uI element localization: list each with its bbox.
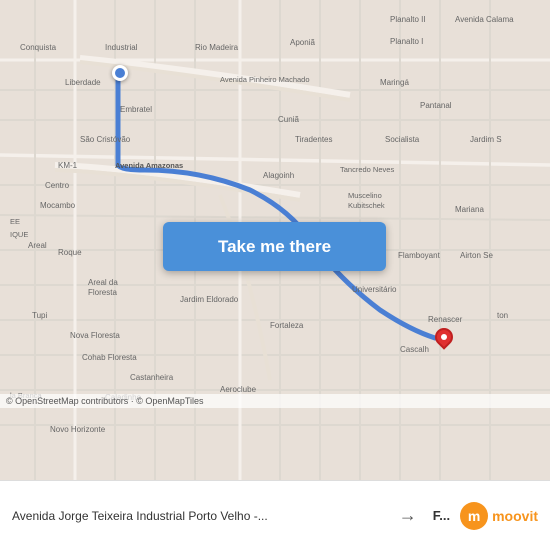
route-origin-label: Avenida Jorge Teixeira Industrial Porto … bbox=[12, 509, 383, 523]
route-arrow-icon: → bbox=[393, 505, 423, 526]
moovit-brand-name: moovit bbox=[492, 508, 538, 524]
svg-text:Aeroclube: Aeroclube bbox=[220, 385, 257, 394]
svg-text:Nova Floresta: Nova Floresta bbox=[70, 331, 120, 340]
svg-text:Jardim Eldorado: Jardim Eldorado bbox=[180, 295, 239, 304]
map-attribution: © OpenStreetMap contributors · © OpenMap… bbox=[0, 394, 550, 408]
svg-text:Avenida Amazonas: Avenida Amazonas bbox=[115, 161, 183, 170]
svg-text:Tiradentes: Tiradentes bbox=[295, 135, 333, 144]
svg-text:Tupi: Tupi bbox=[32, 311, 47, 320]
svg-text:Liberdade: Liberdade bbox=[65, 78, 101, 87]
svg-text:Cuniã: Cuniã bbox=[278, 115, 299, 124]
svg-text:Alagoinh: Alagoinh bbox=[263, 171, 294, 180]
svg-text:Jardim S: Jardim S bbox=[470, 135, 502, 144]
origin-marker bbox=[112, 65, 128, 81]
svg-text:Industrial: Industrial bbox=[105, 43, 138, 52]
svg-text:Kubitschek: Kubitschek bbox=[348, 201, 385, 210]
svg-text:Centro: Centro bbox=[45, 181, 70, 190]
svg-text:Avenida Calama: Avenida Calama bbox=[455, 15, 514, 24]
svg-text:Socialista: Socialista bbox=[385, 135, 420, 144]
svg-text:Avenida Pinheiro Machado: Avenida Pinheiro Machado bbox=[220, 75, 310, 84]
svg-text:Universitário: Universitário bbox=[352, 285, 397, 294]
svg-text:Renascer: Renascer bbox=[428, 315, 463, 324]
svg-text:Roque: Roque bbox=[58, 248, 82, 257]
svg-text:Mocambo: Mocambo bbox=[40, 201, 76, 210]
take-me-there-button[interactable]: Take me there bbox=[163, 222, 386, 271]
svg-text:Maringá: Maringá bbox=[380, 78, 409, 87]
svg-text:KM-1: KM-1 bbox=[58, 161, 78, 170]
svg-text:Tancredo Neves: Tancredo Neves bbox=[340, 165, 394, 174]
svg-text:Cascalh: Cascalh bbox=[400, 345, 429, 354]
svg-text:São Cristóvão: São Cristóvão bbox=[80, 135, 131, 144]
svg-text:Castanheira: Castanheira bbox=[130, 373, 174, 382]
svg-text:ton: ton bbox=[497, 311, 508, 320]
svg-text:Pantanal: Pantanal bbox=[420, 101, 452, 110]
svg-text:Muscelino: Muscelino bbox=[348, 191, 382, 200]
svg-text:Aponiã: Aponiã bbox=[290, 38, 315, 47]
svg-text:Novo Horizonte: Novo Horizonte bbox=[50, 425, 106, 434]
svg-text:Mariana: Mariana bbox=[455, 205, 484, 214]
svg-text:Rio Madeira: Rio Madeira bbox=[195, 43, 239, 52]
svg-text:Floresta: Floresta bbox=[88, 288, 117, 297]
svg-text:IQUE: IQUE bbox=[10, 230, 28, 239]
svg-text:Fortaleza: Fortaleza bbox=[270, 321, 304, 330]
svg-text:Areal: Areal bbox=[28, 241, 47, 250]
svg-text:EE: EE bbox=[10, 217, 20, 226]
moovit-logo: m moovit bbox=[460, 502, 538, 530]
moovit-logo-icon: m bbox=[460, 502, 488, 530]
svg-text:Planalto II: Planalto II bbox=[390, 15, 426, 24]
svg-text:Areal da: Areal da bbox=[88, 278, 118, 287]
bottom-bar: Avenida Jorge Teixeira Industrial Porto … bbox=[0, 480, 550, 550]
route-destination-label: F... bbox=[433, 508, 450, 523]
svg-text:Planalto I: Planalto I bbox=[390, 37, 423, 46]
svg-text:Conquista: Conquista bbox=[20, 43, 57, 52]
map-container: Conquista Industrial Rio Madeira Aponiã … bbox=[0, 0, 550, 480]
svg-text:Airton Se: Airton Se bbox=[460, 251, 493, 260]
svg-text:Flamboyant: Flamboyant bbox=[398, 251, 441, 260]
svg-text:Cohab Floresta: Cohab Floresta bbox=[82, 353, 137, 362]
destination-marker bbox=[435, 328, 453, 352]
svg-text:Embratel: Embratel bbox=[120, 105, 152, 114]
